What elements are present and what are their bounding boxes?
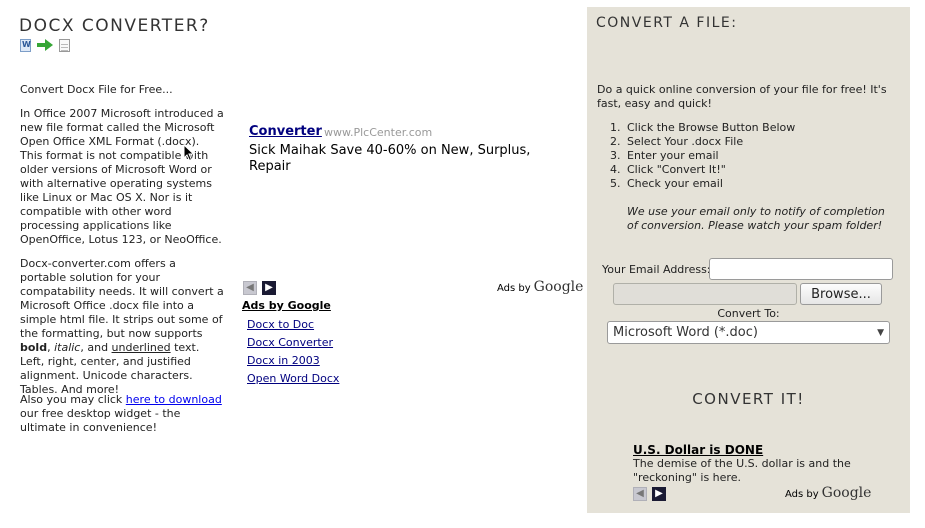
features-paragraph: Docx-converter.com offers a portable sol…	[20, 257, 225, 397]
chevron-left-icon[interactable]: ◀	[633, 487, 647, 501]
format-select[interactable]: Microsoft Word (*.doc) ▼	[607, 321, 890, 344]
list-item: 1. Click the Browse Button Below	[610, 121, 795, 135]
features-text: Docx-converter.com offers a portable sol…	[20, 257, 224, 340]
step-number: 4.	[610, 163, 621, 176]
step-text: Check your email	[627, 177, 723, 190]
ad-link-open-word-docx[interactable]: Open Word Docx	[247, 372, 339, 385]
email-field[interactable]	[709, 258, 893, 280]
panel-title: CONVERT A FILE:	[596, 15, 738, 31]
chevron-down-icon: ▼	[877, 327, 884, 338]
ad-title-link[interactable]: Converter	[249, 124, 322, 139]
intro-paragraph: In Office 2007 Microsoft introduced a ne…	[20, 107, 224, 246]
ad-url: www.PlcCenter.com	[324, 126, 433, 139]
download-text-end: our free desktop widget - the ultimate i…	[20, 407, 181, 434]
panel-ad-body: The demise of the U.S. dollar is and the…	[633, 457, 851, 484]
steps-list: 1. Click the Browse Button Below 2. Select…	[610, 121, 795, 191]
ads-by-google-link[interactable]: Ads by Google	[242, 299, 331, 312]
site-title: DOCX CONVERTER?	[19, 16, 210, 36]
features-separator: , and	[80, 341, 112, 354]
panel-intro: Do a quick online conversion of your fil…	[597, 83, 887, 110]
chevron-left-icon[interactable]: ◀	[243, 281, 257, 295]
download-text: Also you may click	[20, 393, 126, 406]
step-number: 5.	[610, 177, 621, 190]
list-item: 3. Enter your email	[610, 149, 795, 163]
google-logo: Google	[821, 485, 872, 501]
ad-link-docx-in-2003[interactable]: Docx in 2003	[247, 354, 320, 367]
browse-button[interactable]: Browse...	[800, 283, 882, 305]
cursor-arrow-icon	[183, 144, 195, 162]
format-selected-value: Microsoft Word (*.doc)	[613, 325, 758, 340]
underlined-word: underlined	[111, 341, 171, 354]
step-number: 3.	[610, 149, 621, 162]
download-widget-link[interactable]: here to download	[126, 393, 222, 406]
arrow-right-icon	[37, 39, 53, 51]
chevron-right-icon[interactable]: ▶	[262, 281, 276, 295]
ads-by-text: Ads by	[497, 283, 531, 294]
google-logo: Google	[533, 279, 584, 295]
chevron-right-icon[interactable]: ▶	[652, 487, 666, 501]
list-item: 2. Select Your .docx File	[610, 135, 795, 149]
step-text: Click "Convert It!"	[627, 163, 726, 176]
text-document-icon	[59, 38, 70, 52]
ads-by-google-badge[interactable]: Ads by Google	[785, 485, 871, 501]
step-number: 2.	[610, 135, 621, 148]
email-note: We use your email only to notify of comp…	[627, 205, 885, 232]
ad-body: Sick Maihak Save 40-60% on New, Surplus,…	[249, 143, 531, 174]
step-text: Click the Browse Button Below	[627, 121, 796, 134]
convert-button[interactable]: CONVERT IT!	[587, 390, 910, 408]
panel-ad-nav: ◀ ▶	[633, 487, 666, 501]
ad-link-docx-converter[interactable]: Docx Converter	[247, 336, 333, 349]
step-number: 1.	[610, 121, 621, 134]
email-label: Your Email Address:	[602, 263, 711, 276]
step-text: Enter your email	[627, 149, 719, 162]
word-document-icon	[20, 38, 31, 52]
list-item: 4. Click "Convert It!"	[610, 163, 795, 177]
list-item: 5. Check your email	[610, 177, 795, 191]
step-text: Select Your .docx File	[627, 135, 744, 148]
convert-to-label: Convert To:	[717, 307, 780, 320]
ads-by-text: Ads by	[785, 489, 819, 500]
title-icons	[20, 38, 70, 52]
ad-nav: ◀ ▶	[243, 281, 276, 295]
download-paragraph: Also you may click here to download our …	[20, 393, 225, 435]
file-path-field[interactable]	[613, 283, 797, 305]
bold-word: bold	[20, 341, 48, 354]
ads-by-google-badge[interactable]: Ads by Google	[497, 279, 583, 295]
tagline: Convert Docx File for Free...	[20, 83, 173, 96]
italic-word: italic	[54, 341, 81, 354]
panel-ad-title-link[interactable]: U.S. Dollar is DONE	[633, 443, 763, 457]
ad-link-docx-to-doc[interactable]: Docx to Doc	[247, 318, 314, 331]
